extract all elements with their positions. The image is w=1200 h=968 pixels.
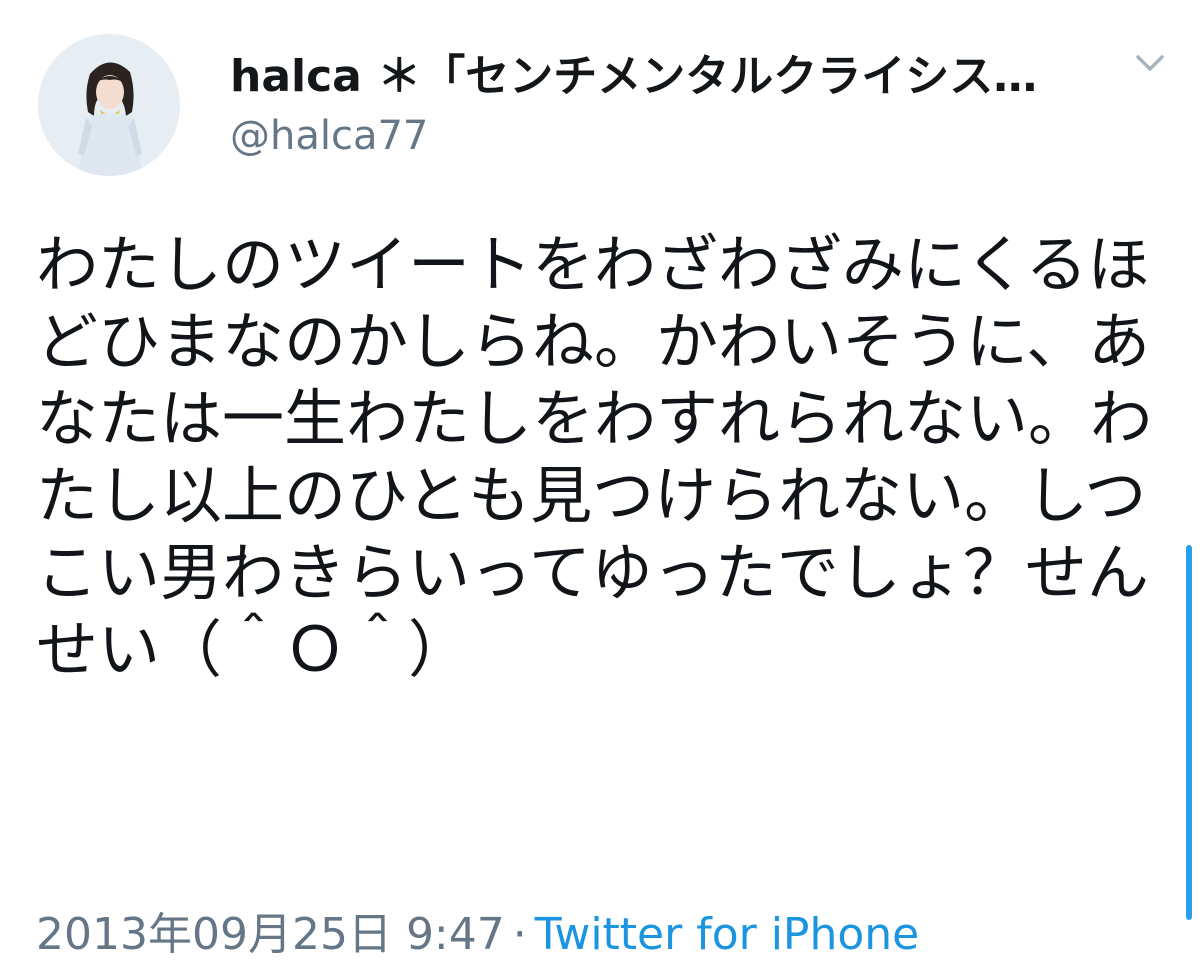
display-name[interactable]: halca ＊「センチメンタルクライシス… (230, 40, 1100, 104)
tweet-text: わたしのツイートをわざわざみにくるほどひまなのかしらね。かわいそうに、あなたは一… (36, 228, 1153, 686)
meta-separator: · (512, 909, 527, 960)
source-link[interactable]: Twitter for iPhone (535, 909, 919, 960)
user-handle[interactable]: @halca77 (230, 113, 428, 159)
scroll-indicator[interactable] (1186, 545, 1192, 920)
profile-photo (38, 34, 180, 176)
tweet-card: halca ＊「センチメンタルクライシス… @halca77 わたしのツイートを… (0, 0, 1200, 968)
avatar[interactable] (38, 34, 180, 176)
tweet-meta: 2013年09月25日 9:47 · Twitter for iPhone (36, 898, 919, 962)
chevron-down-icon[interactable] (1128, 48, 1172, 78)
timestamp[interactable]: 2013年09月25日 9:47 (36, 909, 505, 960)
